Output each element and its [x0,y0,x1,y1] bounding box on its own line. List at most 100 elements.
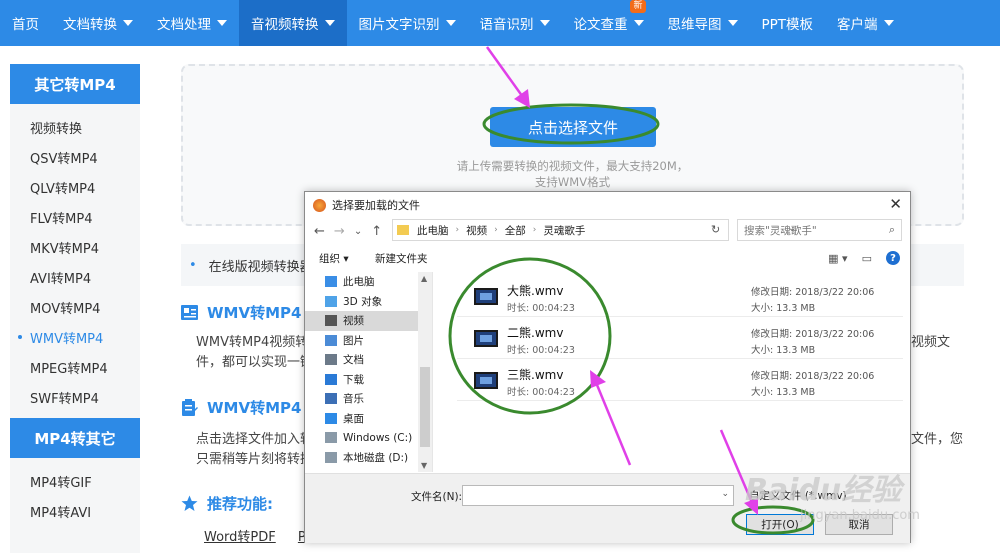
breadcrumb-soul-singer[interactable]: 灵魂歌手 [543,223,585,238]
link-word-to-pdf[interactable]: Word转PDF [204,530,276,545]
address-bar[interactable]: 此电脑 › 视频 › 全部 › 灵魂歌手 ⌄ ↻ [392,219,796,241]
nav-item-4[interactable]: 图片文字识别 [347,0,468,46]
preview-pane-icon[interactable]: ▭ [862,252,872,265]
breadcrumb-this-pc[interactable]: 此电脑 [417,223,449,238]
sidebar-item[interactable]: SWF转MP4 [10,382,140,412]
nav-item-2[interactable]: 文档处理 [145,0,239,46]
filename-label: 文件名(N): [411,491,463,503]
scrollbar-thumb[interactable] [420,367,430,447]
nav-item-label: 客户端 [837,17,878,33]
sidebar-item[interactable]: QLV转MP4 [10,172,140,202]
tree-item[interactable]: 3D 对象 [305,292,432,312]
nav-item-0[interactable]: 首页 [0,0,51,46]
tree-item-label: 视频 [343,315,364,328]
nav-item-label: 音视频转换 [251,17,319,33]
nav-item-label: 文档转换 [63,17,117,33]
dialog-title: 选择要加载的文件 [332,199,420,212]
nav-item-1[interactable]: 文档转换 [51,0,145,46]
tree-item[interactable]: 文档 [305,350,432,370]
video-file-icon [474,330,498,347]
tree-item-label: 此电脑 [343,276,375,289]
nav-item-3[interactable]: 音视频转换 [239,0,347,46]
filename-input[interactable]: ⌄ [462,485,734,506]
up-arrow-icon[interactable]: ↑ [371,224,382,239]
sidebar-item[interactable]: QSV转MP4 [10,142,140,172]
bullet-dot-icon: • [189,257,197,273]
nav-item-5[interactable]: 语音识别 [468,0,562,46]
baidu-watermark: Baidu经验 [745,473,902,508]
view-controls: ▦ ▾ ▭ ? [828,251,900,265]
tree-item[interactable]: Windows (C:) [305,428,432,448]
sidebar-item[interactable]: AVI转MP4 [10,262,140,292]
file-row[interactable]: 三熊.wmv 时长: 00:04:23 修改日期: 2018/3/22 20:06 大… [457,360,903,401]
sidebar-item[interactable]: FLV转MP4 [10,202,140,232]
section-title-steps: WMV转MP4 l [181,397,312,418]
file-row[interactable]: 二熊.wmv 时长: 00:04:23 修改日期: 2018/3/22 20:06 大… [457,318,903,359]
sidebar-item[interactable]: MP4转GIF [10,466,140,496]
sidebar-item[interactable]: MP4转AVI [10,496,140,526]
sidebar-section-title-other-to-mp4: 其它转MP4 [10,64,140,104]
steps-line1: 点击选择文件加入转 [196,432,314,447]
tree-item[interactable]: 视频 [305,311,432,331]
nav-item-6[interactable]: 论文查重新 [562,0,656,46]
nav-item-label: PPT模板 [761,17,814,33]
tree-item[interactable]: 音乐 [305,389,432,409]
recent-dropdown-icon[interactable]: ⌄ [354,226,362,237]
tree-item[interactable]: 桌面 [305,409,432,429]
info-card-icon [181,305,198,320]
video-file-icon [474,288,498,305]
steps-paragraph-right: 文件，您 [911,432,964,447]
nav-item-7[interactable]: 思维导图 [656,0,750,46]
help-icon[interactable]: ? [886,251,900,265]
tree-item[interactable]: 本地磁盘 (D:) [305,448,432,468]
file-row[interactable]: 大熊.wmv 时长: 00:04:23 修改日期: 2018/3/22 20:06 大… [457,276,903,317]
sidebar-item[interactable]: 视频转换 [10,112,140,142]
organize-menu[interactable]: 组织 ▾ [319,251,349,266]
view-mode-icon[interactable]: ▦ ▾ [828,252,847,265]
upload-hint-line2: 支持WMV格式 [534,175,611,189]
nav-item-label: 思维导图 [667,17,722,33]
filename-dropdown-icon[interactable]: ⌄ [721,489,729,499]
tree-scrollbar[interactable]: ▲ ▼ [418,272,432,472]
address-row: ← → ⌄ ↑ 此电脑 › 视频 › 全部 › 灵魂歌手 ⌄ ↻ 搜索"灵魂歌手… [305,219,910,243]
sidebar-item[interactable]: MPEG转MP4 [10,352,140,382]
new-folder-button[interactable]: 新建文件夹 [375,251,428,266]
file-modified: 修改日期: 2018/3/22 20:06 [751,329,875,340]
tree-item[interactable]: 图片 [305,331,432,351]
caret-down-icon [217,20,227,26]
file-duration: 时长: 00:04:23 [507,387,575,398]
dialog-titlebar: 选择要加载的文件 [305,192,910,218]
scroll-up-icon[interactable]: ▲ [421,274,427,283]
section-title-recommend-text: 推荐功能: [207,495,273,513]
file-size: 大小: 13.3 MB [751,387,816,398]
scroll-down-icon[interactable]: ▼ [421,461,427,470]
sidebar-item[interactable]: MOV转MP4 [10,292,140,322]
search-input[interactable]: 搜索"灵魂歌手" ⌕ [737,219,902,241]
tree-item-label: 本地磁盘 (D:) [343,451,409,464]
new-badge: 新 [630,0,646,13]
search-icon[interactable]: ⌕ [889,223,895,237]
nav-item-8[interactable]: PPT模板 [750,0,826,46]
tree-item-label: Windows (C:) [343,431,413,444]
tree-item[interactable]: 此电脑 [305,272,432,292]
breadcrumb-videos[interactable]: 视频 [466,223,487,238]
close-icon[interactable]: ✕ [889,195,902,213]
sidebar-item[interactable]: WMV转MP4 [10,322,140,352]
nav-item-9[interactable]: 客户端 [825,0,906,46]
sidebar-item[interactable]: MKV转MP4 [10,232,140,262]
section-title-intro-text: WMV转MP4 i [207,304,312,322]
section-title-recommend: 推荐功能: [181,493,273,514]
select-file-button[interactable]: 点击选择文件 [490,107,656,147]
breadcrumb-all[interactable]: 全部 [505,223,526,238]
video-folder-icon [325,315,337,327]
notice-text: 在线版视频转换器 [208,259,313,275]
music-icon [325,393,337,405]
forward-arrow-icon[interactable]: → [334,224,345,239]
nav-item-label: 文档处理 [157,17,211,33]
back-arrow-icon[interactable]: ← [314,224,325,239]
file-size: 大小: 13.3 MB [751,345,816,356]
tree-item[interactable]: 下载 [305,370,432,390]
video-file-icon [474,372,498,389]
document-folder-icon [325,354,337,366]
refresh-icon[interactable]: ↻ [711,223,720,236]
